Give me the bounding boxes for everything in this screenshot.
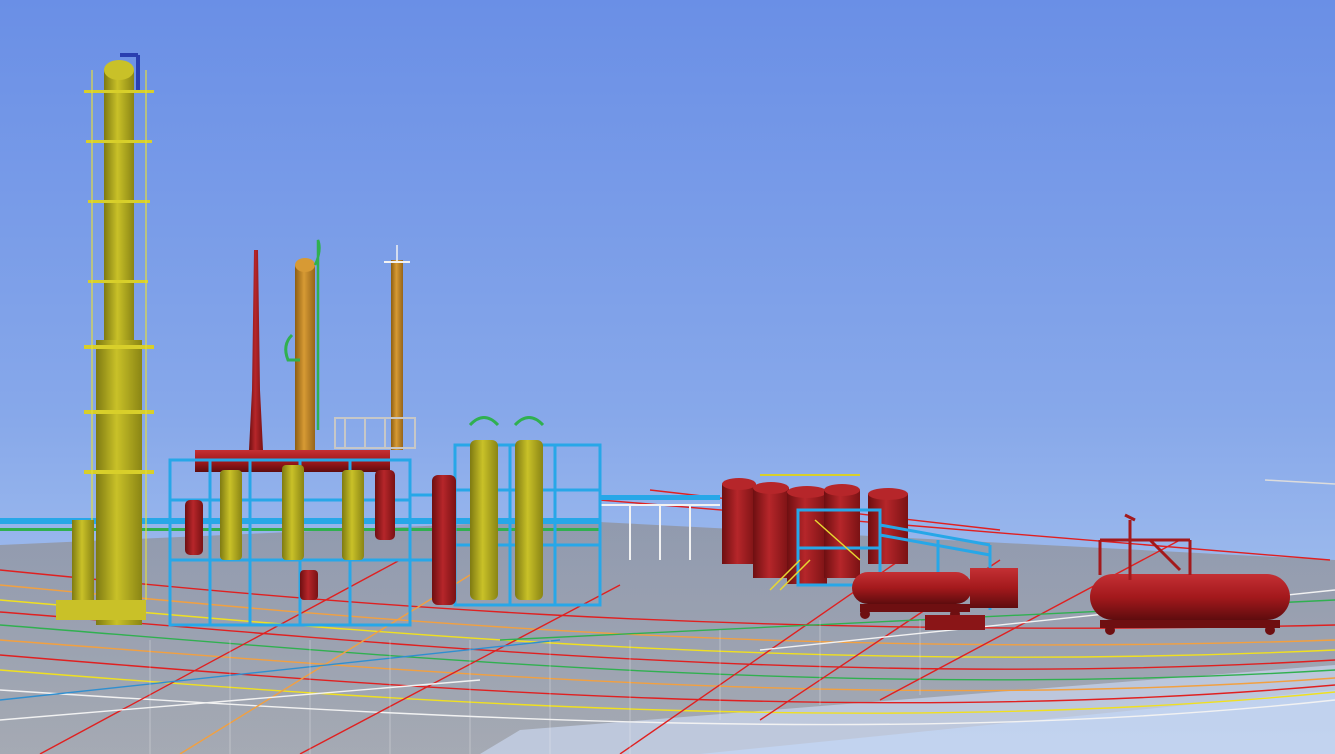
horizontal-tank-large[interactable]: [1090, 574, 1290, 635]
3d-model-viewport[interactable]: [0, 0, 1335, 754]
refinery-plant-model[interactable]: [0, 0, 1335, 754]
